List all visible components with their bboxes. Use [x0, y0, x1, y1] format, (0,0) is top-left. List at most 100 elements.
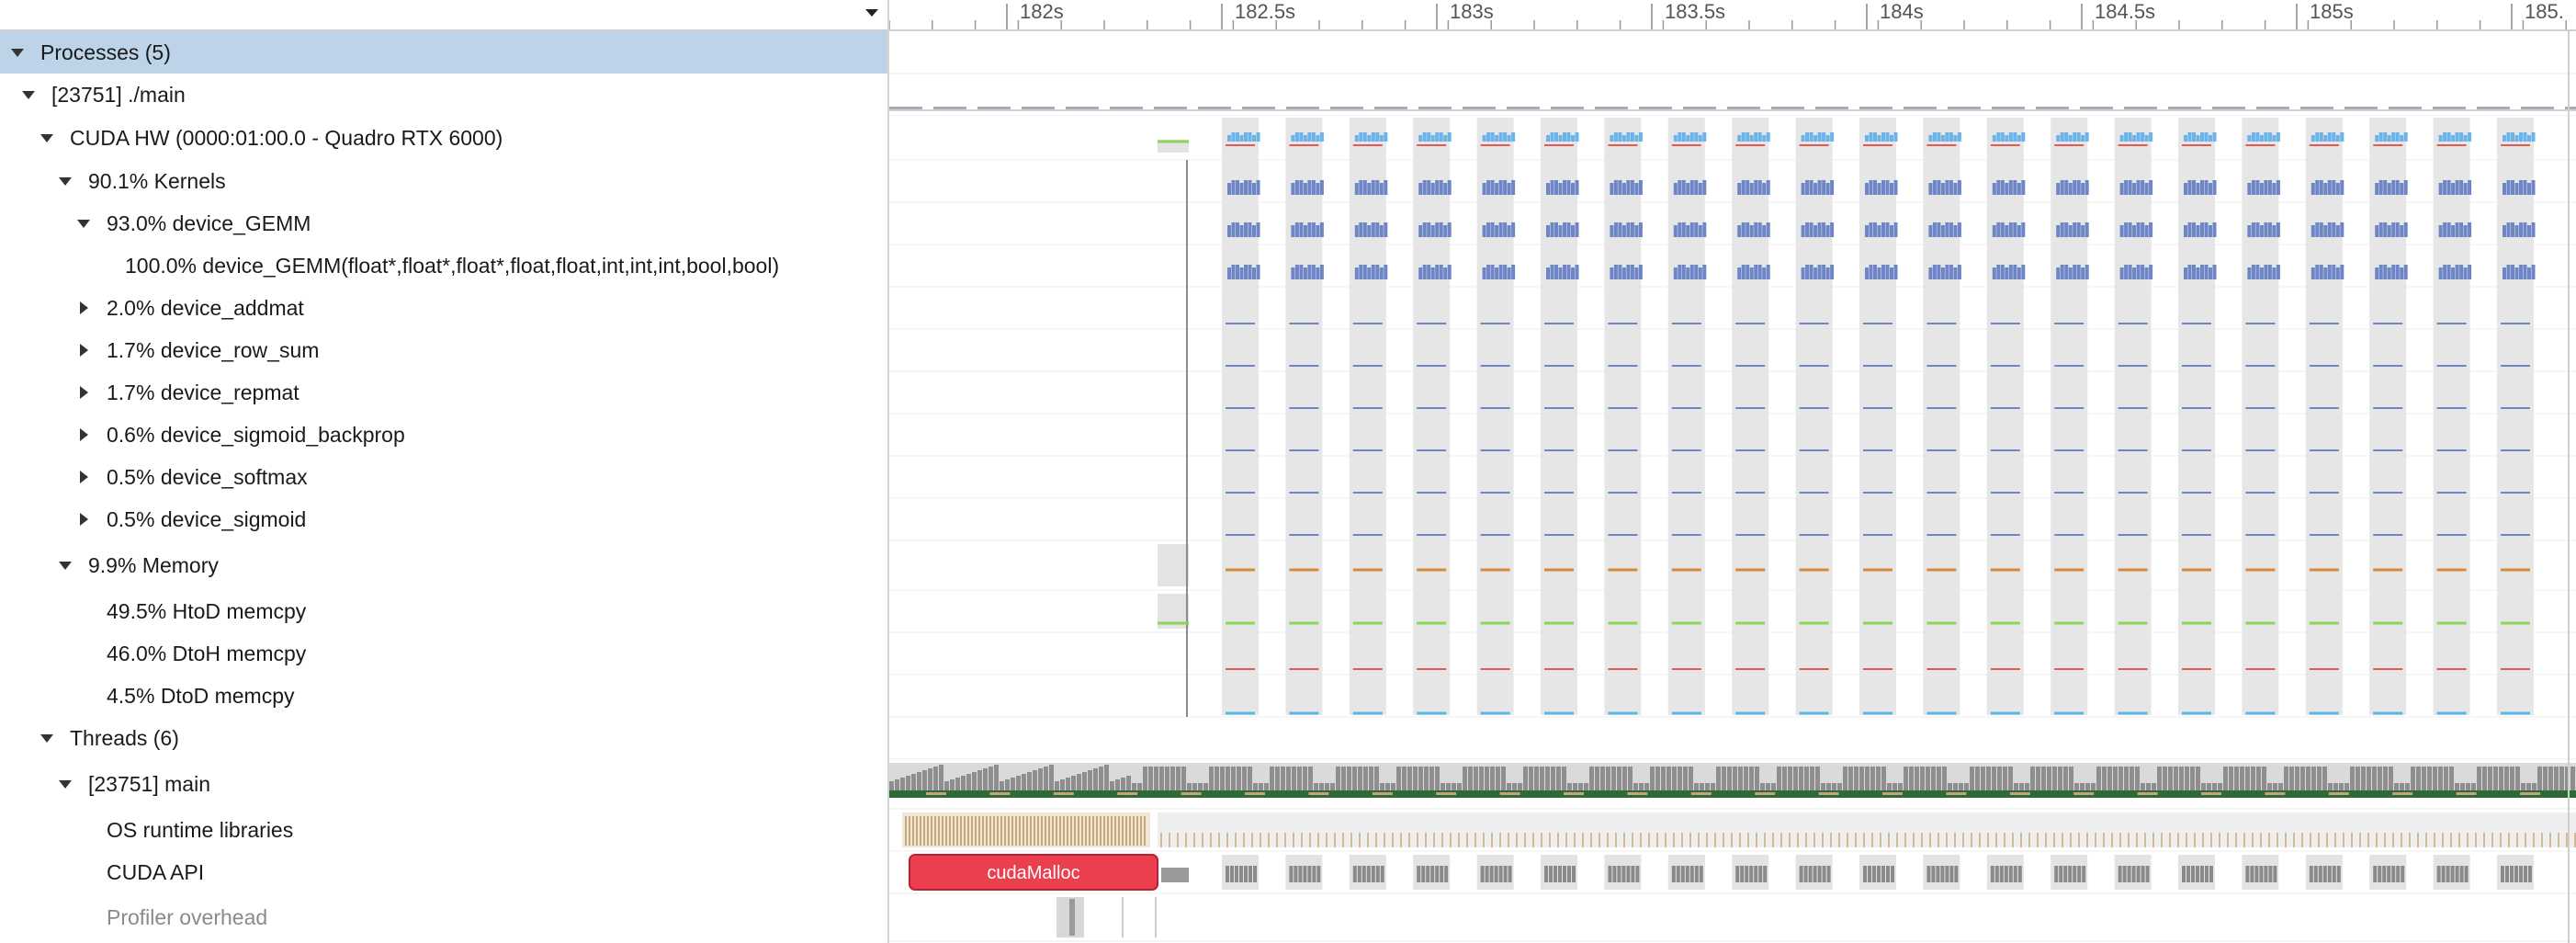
kernel-mark [1928, 135, 1933, 142]
tree-row[interactable]: 0.5% device_softmax [0, 456, 887, 498]
kernel-mark [1638, 265, 1643, 279]
cuda-api-mark [2327, 866, 2332, 882]
cuda-api-mark [1357, 866, 1361, 882]
kernel-mark [1486, 180, 1491, 195]
kernel-mark [1957, 222, 1961, 237]
kernel-mark [2438, 267, 2443, 279]
kernel-mark [1881, 132, 1885, 142]
kernel-mark [2531, 222, 2536, 237]
kernel-mark [2468, 222, 2472, 237]
kernel-mark [1813, 225, 1818, 237]
tree-row[interactable]: 4.5% DtoD memcpy [0, 675, 887, 717]
tree-row[interactable]: 93.0% device_GEMM [0, 202, 887, 244]
thread-cpu-bar [2190, 767, 2195, 790]
kernel-mark [1817, 132, 1822, 142]
expanded-triangle-icon[interactable] [18, 85, 39, 105]
thread-cpu-bar [1970, 767, 1974, 790]
thread-cpu-bar [2477, 767, 2481, 790]
thread-cpu-bar [2256, 767, 2261, 790]
thread-cpu-bar [2124, 767, 2129, 790]
kernel-mark [1495, 135, 1499, 142]
kernel-mark [1749, 135, 1754, 142]
tree-row[interactable]: [23751] ./main [0, 74, 887, 116]
cuda-api-mark [1999, 866, 2004, 882]
tree-row[interactable]: CUDA HW (0000:01:00.0 - Quadro RTX 6000) [0, 116, 887, 160]
process-activity-mark [1418, 107, 1452, 109]
kernel-mark [1422, 132, 1427, 142]
tree-row[interactable]: Processes (5) [0, 31, 887, 74]
expanded-triangle-icon[interactable] [55, 774, 75, 794]
kernel-mark [2383, 180, 2388, 195]
expanded-triangle-icon[interactable] [73, 213, 94, 233]
timeline-panel[interactable]: 182s 182.5s 183s 183.5s 184s 184.5s 185s 185. c… [889, 0, 2576, 943]
kernel-mark [1865, 267, 1869, 279]
expanded-triangle-icon[interactable] [55, 555, 75, 575]
gpu-burst-band [1413, 118, 1451, 715]
tree-row[interactable]: 2.0% device_addmat [0, 287, 887, 329]
kernel-mark [2136, 265, 2141, 279]
tree-row[interactable]: 49.5% HtoD memcpy [0, 590, 887, 632]
expanded-triangle-icon[interactable] [37, 128, 57, 148]
kernel-mark [2187, 180, 2192, 195]
expanded-triangle-icon[interactable] [7, 42, 28, 62]
kernel-mark [1957, 180, 1961, 195]
kernel-mark [1507, 267, 1511, 279]
tree-row[interactable]: OS runtime libraries [0, 809, 887, 851]
gpu-burst-band [2242, 118, 2279, 715]
timeline-tracks[interactable]: cudaMalloc [889, 31, 2576, 943]
tree-row[interactable]: 9.9% Memory [0, 540, 887, 590]
tree-row[interactable]: 100.0% device_GEMM(float*,float*,float*,… [0, 244, 887, 287]
kernel-mark [2085, 222, 2089, 237]
kernel-mark [1937, 222, 1941, 237]
tree-row[interactable]: 0.6% device_sigmoid_backprop [0, 414, 887, 456]
thread-cpu-bar [1418, 767, 1423, 790]
kernel-mark [1566, 222, 1571, 237]
kernel-mark [1940, 183, 1945, 195]
time-ruler[interactable]: 182s 182.5s 183s 183.5s 184s 184.5s 185s 185. [889, 0, 2576, 31]
tree-row[interactable]: 1.7% device_repmat [0, 371, 887, 414]
tree-row[interactable]: Profiler overhead [0, 893, 887, 941]
expanded-triangle-icon[interactable] [55, 171, 75, 191]
kernel-mark [1418, 267, 1423, 279]
kernel-mark [1244, 222, 1248, 237]
tree-row[interactable]: Threads (6) [0, 717, 887, 759]
thread-cpu-bar [2570, 767, 2575, 790]
tree-row[interactable]: CUDA API [0, 851, 887, 893]
kernel-mark [1571, 183, 1575, 195]
kernel-mark [1248, 132, 1252, 142]
kernel-mark [2267, 265, 2272, 279]
kernel-mark [1937, 180, 1941, 195]
collapsed-triangle-icon[interactable] [73, 298, 94, 318]
kernel-mark [2264, 222, 2268, 237]
thread-state-mark [2456, 792, 2477, 795]
kernel-mark [1698, 183, 1702, 195]
expanded-triangle-icon[interactable] [37, 728, 57, 748]
collapsed-triangle-icon[interactable] [73, 467, 94, 487]
tree-row[interactable]: 46.0% DtoH memcpy [0, 632, 887, 675]
collapsed-triangle-icon[interactable] [73, 340, 94, 360]
collapsed-triangle-icon[interactable] [73, 425, 94, 445]
kernel-mark [1252, 267, 1256, 279]
tree-row[interactable]: [23751] main [0, 759, 887, 809]
thread-cpu-bar [1330, 783, 1335, 790]
kernel-mark [1384, 265, 1388, 279]
collapsed-triangle-icon[interactable] [73, 382, 94, 403]
kernel-mark [1686, 183, 1690, 195]
thread-cpu-bar [2284, 767, 2288, 790]
kernel-mark [1634, 267, 1639, 279]
thread-cpu-bar [1821, 783, 1825, 790]
tree-row[interactable]: 1.7% device_row_sum [0, 329, 887, 371]
process-activity-mark [1022, 107, 1055, 109]
tree-row[interactable]: 90.1% Kernels [0, 160, 887, 202]
kernel-mark [2519, 180, 2523, 195]
process-activity-mark [2256, 107, 2289, 109]
kernel-mark [2395, 132, 2400, 142]
kernel-mark [2209, 183, 2212, 195]
cuda-api-mark [1689, 866, 1694, 882]
tree-row[interactable]: 0.5% device_sigmoid [0, 498, 887, 540]
kernel-mark [2085, 265, 2089, 279]
process-activity-mark [1154, 107, 1187, 109]
kernel-mark [2403, 180, 2408, 195]
dropdown-arrow-icon[interactable] [865, 9, 878, 17]
collapsed-triangle-icon[interactable] [73, 509, 94, 529]
